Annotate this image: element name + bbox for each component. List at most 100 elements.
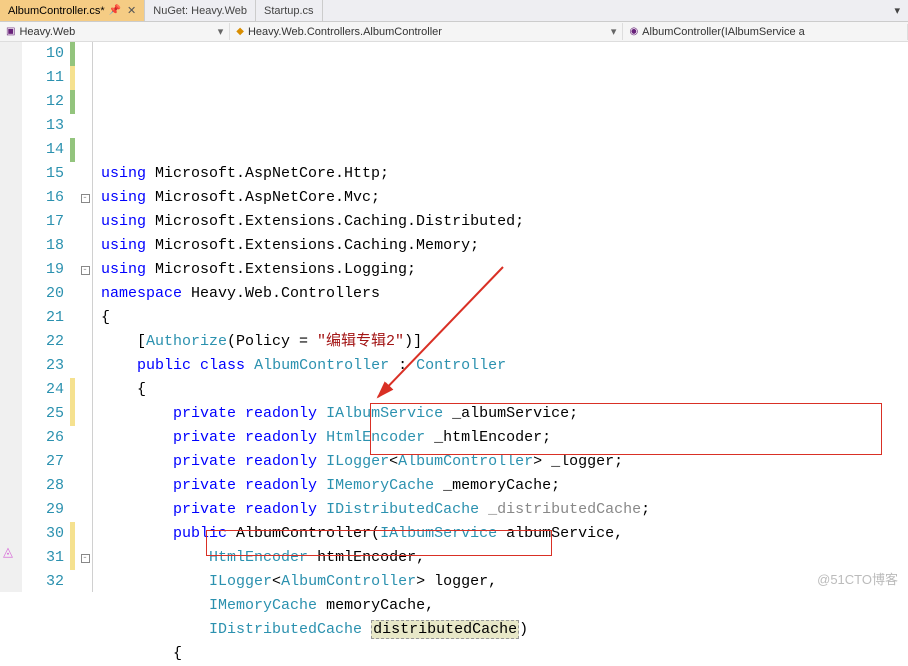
line-number: 25 bbox=[22, 402, 64, 426]
change-marker bbox=[70, 90, 75, 114]
change-marker bbox=[70, 546, 75, 570]
tab-label: NuGet: Heavy.Web bbox=[153, 5, 247, 17]
tab-overflow[interactable]: ▾ bbox=[886, 0, 908, 21]
fold-toggle[interactable]: - bbox=[81, 194, 90, 203]
change-marker bbox=[70, 282, 75, 306]
code-line[interactable]: private readonly IMemoryCache _memoryCac… bbox=[101, 474, 908, 498]
csharp-icon: ▣ bbox=[6, 26, 15, 37]
fold-toggle[interactable]: - bbox=[81, 266, 90, 275]
code-line[interactable]: using Microsoft.AspNetCore.Http; bbox=[101, 162, 908, 186]
line-number: 16 bbox=[22, 186, 64, 210]
code-line[interactable]: private readonly ILogger<AlbumController… bbox=[101, 450, 908, 474]
code-line[interactable]: [Authorize(Policy = "编辑专辑2")] bbox=[101, 330, 908, 354]
change-marker bbox=[70, 306, 75, 330]
code-line[interactable]: using Microsoft.Extensions.Logging; bbox=[101, 258, 908, 282]
fold-toggle[interactable]: - bbox=[81, 554, 90, 563]
line-number: 22 bbox=[22, 330, 64, 354]
line-number: 28 bbox=[22, 474, 64, 498]
tab-label: Startup.cs bbox=[264, 5, 314, 17]
change-marker bbox=[70, 426, 75, 450]
change-marker bbox=[70, 522, 75, 546]
line-number: 18 bbox=[22, 234, 64, 258]
fold-column[interactable]: - - - bbox=[78, 42, 92, 592]
line-number-gutter: 1011121314151617181920212223242526272829… bbox=[22, 42, 70, 592]
line-number: 14 bbox=[22, 138, 64, 162]
line-number: 17 bbox=[22, 210, 64, 234]
line-number: 30 bbox=[22, 522, 64, 546]
code-line[interactable]: namespace Heavy.Web.Controllers bbox=[101, 282, 908, 306]
chevron-down-icon: ▾ bbox=[611, 25, 617, 38]
code-line[interactable]: { bbox=[101, 306, 908, 330]
line-number: 27 bbox=[22, 450, 64, 474]
change-marker bbox=[70, 498, 75, 522]
line-number: 24 bbox=[22, 378, 64, 402]
nav-class[interactable]: ◆ Heavy.Web.Controllers.AlbumController … bbox=[230, 23, 623, 40]
close-icon[interactable]: ✕ bbox=[127, 4, 136, 17]
nav-bar: ▣ Heavy.Web ▾ ◆ Heavy.Web.Controllers.Al… bbox=[0, 22, 908, 42]
code-line[interactable]: private readonly HtmlEncoder _htmlEncode… bbox=[101, 426, 908, 450]
line-number: 26 bbox=[22, 426, 64, 450]
line-number: 11 bbox=[22, 66, 64, 90]
line-number: 23 bbox=[22, 354, 64, 378]
nav-label: Heavy.Web bbox=[19, 26, 75, 38]
code-line[interactable]: { bbox=[101, 642, 908, 666]
breakpoint-glyph-icon[interactable]: ◬ bbox=[3, 545, 13, 560]
tab-bar: AlbumController.cs* 📌 ✕ NuGet: Heavy.Web… bbox=[0, 0, 908, 22]
code-line[interactable]: private readonly IAlbumService _albumSer… bbox=[101, 402, 908, 426]
chevron-down-icon: ▾ bbox=[218, 25, 224, 38]
tab-startup[interactable]: Startup.cs bbox=[256, 0, 323, 21]
code-line[interactable]: using Microsoft.Extensions.Caching.Distr… bbox=[101, 210, 908, 234]
line-number: 15 bbox=[22, 162, 64, 186]
change-marker bbox=[70, 450, 75, 474]
code-area[interactable]: using Microsoft.AspNetCore.Http;using Mi… bbox=[93, 42, 908, 592]
watermark: @51CTO博客 bbox=[817, 569, 898, 588]
line-number: 29 bbox=[22, 498, 64, 522]
line-number: 32 bbox=[22, 570, 64, 594]
tab-nuget[interactable]: NuGet: Heavy.Web bbox=[145, 0, 256, 21]
change-marker bbox=[70, 234, 75, 258]
code-line[interactable]: HtmlEncoder htmlEncoder, bbox=[101, 546, 908, 570]
change-marker bbox=[70, 258, 75, 282]
tab-album-controller[interactable]: AlbumController.cs* 📌 ✕ bbox=[0, 0, 145, 21]
code-line[interactable]: using Microsoft.AspNetCore.Mvc; bbox=[101, 186, 908, 210]
change-marker bbox=[70, 378, 75, 402]
line-number: 13 bbox=[22, 114, 64, 138]
change-marker bbox=[70, 42, 75, 66]
method-icon: ◉ bbox=[629, 26, 638, 37]
code-line[interactable]: private readonly IDistributedCache _dist… bbox=[101, 498, 908, 522]
change-marker bbox=[70, 474, 75, 498]
line-number: 20 bbox=[22, 282, 64, 306]
nav-member[interactable]: ◉ AlbumController(IAlbumService a bbox=[623, 24, 908, 40]
code-line[interactable]: IMemoryCache memoryCache, bbox=[101, 594, 908, 618]
code-line[interactable]: using Microsoft.Extensions.Caching.Memor… bbox=[101, 234, 908, 258]
breakpoint-margin[interactable] bbox=[0, 42, 22, 592]
code-line[interactable]: public AlbumController(IAlbumService alb… bbox=[101, 522, 908, 546]
code-line[interactable]: IDistributedCache distributedCache) bbox=[101, 618, 908, 642]
change-marker bbox=[70, 66, 75, 90]
change-marker bbox=[70, 354, 75, 378]
code-line[interactable]: public class AlbumController : Controlle… bbox=[101, 354, 908, 378]
change-marker bbox=[70, 186, 75, 210]
nav-project[interactable]: ▣ Heavy.Web ▾ bbox=[0, 23, 230, 40]
change-marker bbox=[70, 138, 75, 162]
line-number: 21 bbox=[22, 306, 64, 330]
change-marker bbox=[70, 162, 75, 186]
change-marker bbox=[70, 570, 75, 594]
class-icon: ◆ bbox=[236, 26, 244, 37]
line-number: 19 bbox=[22, 258, 64, 282]
line-number: 10 bbox=[22, 42, 64, 66]
code-editor[interactable]: 1011121314151617181920212223242526272829… bbox=[0, 42, 908, 592]
code-line[interactable]: { bbox=[101, 378, 908, 402]
pin-icon[interactable]: 📌 bbox=[109, 5, 121, 16]
tab-label: AlbumController.cs* bbox=[8, 5, 105, 17]
nav-label: AlbumController(IAlbumService a bbox=[642, 26, 805, 38]
line-number: 12 bbox=[22, 90, 64, 114]
line-number: 31 bbox=[22, 546, 64, 570]
change-marker bbox=[70, 402, 75, 426]
change-marker bbox=[70, 330, 75, 354]
change-marker-column bbox=[70, 42, 78, 592]
change-marker bbox=[70, 210, 75, 234]
code-line[interactable]: ILogger<AlbumController> logger, bbox=[101, 570, 908, 594]
nav-label: Heavy.Web.Controllers.AlbumController bbox=[248, 26, 442, 38]
change-marker bbox=[70, 114, 75, 138]
